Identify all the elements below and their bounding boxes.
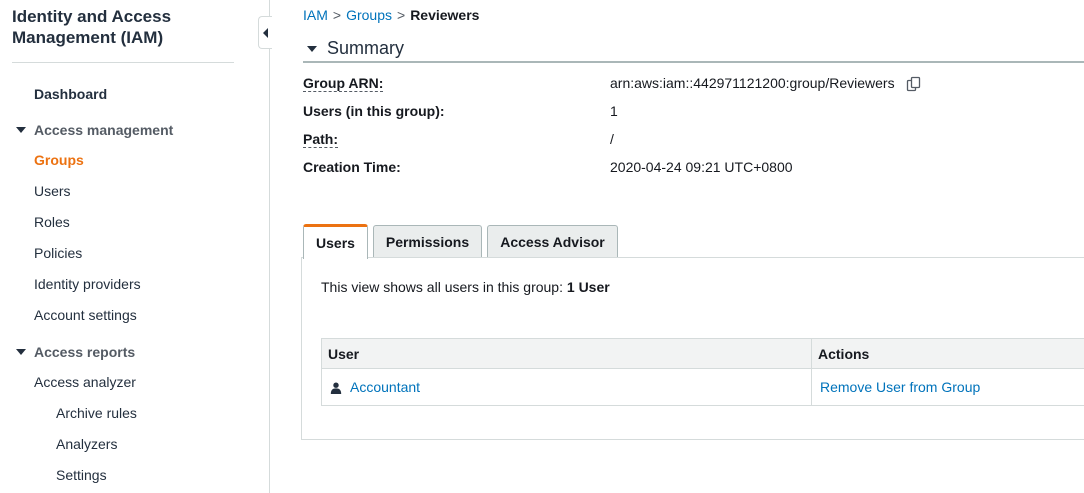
column-header-user[interactable]: User bbox=[322, 339, 812, 368]
sidebar: Identity and Access Management (IAM) Das… bbox=[0, 0, 270, 493]
users-count-label: Users (in this group): bbox=[303, 103, 445, 119]
chevron-left-icon bbox=[263, 27, 268, 38]
creation-time-value: 2020-04-24 09:21 UTC+0800 bbox=[610, 159, 793, 175]
sidebar-item-roles[interactable]: Roles bbox=[34, 214, 70, 230]
sidebar-section-access-management[interactable]: Access management bbox=[16, 122, 173, 138]
group-arn-label[interactable]: Group ARN: bbox=[303, 75, 384, 92]
users-panel-count: 1 User bbox=[566, 279, 610, 295]
chevron-down-icon bbox=[16, 127, 26, 133]
column-header-actions: Actions bbox=[818, 345, 870, 362]
remove-user-from-group-link[interactable]: Remove User from Group bbox=[820, 379, 980, 395]
sidebar-section-label: Access reports bbox=[34, 344, 136, 360]
sidebar-item-identity-providers[interactable]: Identity providers bbox=[34, 276, 141, 292]
path-label[interactable]: Path: bbox=[303, 131, 338, 148]
tab-access-advisor[interactable]: Access Advisor bbox=[487, 225, 618, 258]
chevron-down-icon bbox=[307, 45, 317, 52]
copy-icon[interactable] bbox=[906, 76, 922, 92]
sidebar-item-analyzers[interactable]: Analyzers bbox=[56, 436, 117, 452]
creation-time-label: Creation Time: bbox=[303, 159, 401, 175]
sidebar-item-access-analyzer[interactable]: Access analyzer bbox=[34, 374, 136, 390]
action-cell: Remove User from Group bbox=[812, 369, 1084, 405]
user-icon bbox=[330, 381, 342, 394]
summary-toggle[interactable]: Summary bbox=[307, 38, 404, 59]
users-count-value: 1 bbox=[610, 103, 618, 119]
table-header: User Actions bbox=[322, 339, 1084, 369]
tab-users[interactable]: Users bbox=[303, 224, 368, 259]
sidebar-section-label: Access management bbox=[34, 122, 174, 138]
collapse-sidebar-button[interactable] bbox=[258, 16, 272, 49]
user-cell: Accountant bbox=[322, 369, 812, 405]
group-arn-value: arn:aws:iam::442971121200:group/Reviewer… bbox=[610, 75, 922, 92]
chevron-down-icon bbox=[16, 349, 26, 355]
sidebar-section-access-reports[interactable]: Access reports bbox=[16, 344, 135, 360]
sidebar-item-settings[interactable]: Settings bbox=[56, 467, 107, 483]
breadcrumb-link-groups[interactable]: Groups bbox=[346, 7, 392, 23]
summary-title: Summary bbox=[327, 38, 405, 58]
users-panel-description-text: This view shows all users in this group: bbox=[321, 279, 563, 295]
sidebar-item-users[interactable]: Users bbox=[34, 183, 71, 199]
breadcrumb-separator: > bbox=[332, 7, 342, 23]
table-row: Accountant Remove User from Group bbox=[322, 369, 1084, 405]
path-value: / bbox=[610, 131, 614, 147]
breadcrumb: IAM > Groups > Reviewers bbox=[303, 7, 479, 23]
tab-permissions[interactable]: Permissions bbox=[373, 225, 482, 258]
sidebar-item-archive-rules[interactable]: Archive rules bbox=[56, 405, 137, 421]
sidebar-item-policies[interactable]: Policies bbox=[34, 245, 82, 261]
summary-divider bbox=[303, 61, 1084, 63]
sidebar-item-dashboard[interactable]: Dashboard bbox=[34, 86, 107, 102]
sidebar-title: Identity and Access Management (IAM) bbox=[12, 7, 172, 47]
group-arn-text: arn:aws:iam::442971121200:group/Reviewer… bbox=[610, 75, 895, 91]
users-panel-description: This view shows all users in this group:… bbox=[321, 279, 610, 295]
user-link-accountant[interactable]: Accountant bbox=[350, 379, 420, 395]
sidebar-item-groups[interactable]: Groups bbox=[34, 152, 84, 168]
users-table: User Actions Accountant Remove User from… bbox=[321, 338, 1084, 406]
breadcrumb-separator: > bbox=[397, 7, 406, 23]
breadcrumb-link-iam[interactable]: IAM bbox=[303, 7, 328, 23]
breadcrumb-current: Reviewers bbox=[410, 7, 480, 23]
sidebar-divider bbox=[12, 62, 234, 63]
sidebar-item-account-settings[interactable]: Account settings bbox=[34, 307, 137, 323]
